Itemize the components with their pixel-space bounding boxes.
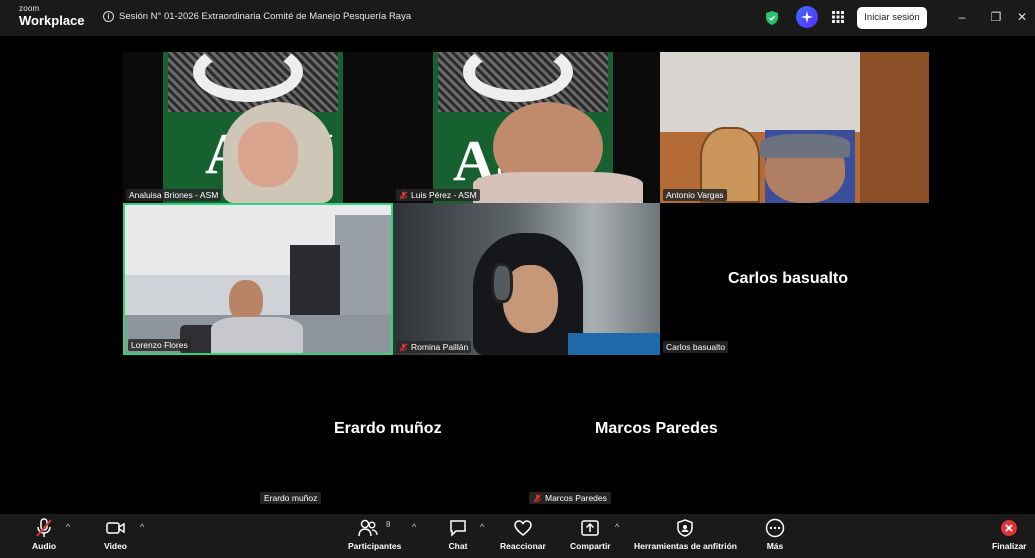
meeting-title-text: Sesión N° 01-2026 Extraordinaria Comité … <box>119 11 412 22</box>
share-options-caret[interactable]: ^ <box>615 522 619 532</box>
audio-options-caret[interactable]: ^ <box>66 522 70 532</box>
video-tile-analuisa[interactable]: ASM Analuisa Briones - ASM <box>123 52 393 203</box>
shield-host-icon <box>677 519 694 537</box>
audio-label: Audio <box>32 541 57 551</box>
participant-display-name: Marcos Paredes <box>595 420 718 437</box>
audio-button[interactable]: Audio <box>32 518 56 551</box>
chat-button[interactable]: Chat <box>448 518 468 551</box>
participants-options-caret[interactable]: ^ <box>412 522 416 532</box>
apps-grid-icon[interactable] <box>832 11 844 23</box>
participant-name: Carlos basualto <box>666 342 726 352</box>
wall-frames <box>335 215 391 325</box>
heart-icon <box>514 520 532 536</box>
mic-muted-icon <box>399 342 408 351</box>
zoom-logo: zoom Workplace <box>19 4 85 28</box>
participant-name: Marcos Paredes <box>545 493 607 503</box>
video-tile-erardo[interactable]: Erardo muñoz Erardo muñoz <box>258 358 523 506</box>
end-icon <box>1001 520 1018 536</box>
minimize-button[interactable]: – <box>954 9 970 25</box>
more-icon <box>765 518 785 538</box>
name-tag: Lorenzo Flores <box>128 339 191 351</box>
host-tools-label: Herramientas de anfitrión <box>634 541 737 551</box>
camera-icon <box>105 522 125 534</box>
name-tag: Erardo muñoz <box>260 492 322 504</box>
host-tools-button[interactable]: Herramientas de anfitrión <box>634 518 737 551</box>
participant-shirt <box>211 317 303 353</box>
participant-name: Antonio Vargas <box>666 190 724 200</box>
video-options-caret[interactable]: ^ <box>140 522 144 532</box>
participants-count: 8 <box>386 520 391 529</box>
participant-shirt <box>473 172 643 203</box>
video-tile-antonio[interactable]: Antonio Vargas <box>660 52 929 203</box>
participant-name: Analuisa Briones - ASM <box>129 190 219 200</box>
video-label: Video <box>104 541 127 551</box>
more-button[interactable]: Más <box>765 518 785 551</box>
ai-companion-button[interactable] <box>796 6 818 28</box>
headset <box>491 263 513 303</box>
ai-sparkle-icon <box>801 11 813 23</box>
video-tile-marcos[interactable]: Marcos Paredes Marcos Paredes <box>527 358 792 506</box>
wood-panel <box>860 52 929 203</box>
participant-face <box>238 122 298 187</box>
participant-display-name: Carlos basualto <box>728 270 849 287</box>
participants-button[interactable]: Participantes <box>348 518 401 551</box>
share-button[interactable]: Compartir <box>570 518 611 551</box>
mic-muted-icon <box>399 190 408 199</box>
video-tile-carlos[interactable]: Carlos basualto Carlos basualto <box>660 203 929 355</box>
maximize-button[interactable]: ❐ <box>988 9 1004 25</box>
video-tile-luis[interactable]: ASM Luis Pérez - ASM <box>393 52 660 203</box>
desk-object <box>568 333 660 355</box>
share-label: Compartir <box>570 541 611 551</box>
brand-large: Workplace <box>19 13 85 28</box>
chat-options-caret[interactable]: ^ <box>480 522 484 532</box>
end-button[interactable]: Finalizar <box>992 518 1026 551</box>
participant-name: Lorenzo Flores <box>131 340 188 350</box>
name-tag: Antonio Vargas <box>663 189 727 201</box>
react-button[interactable]: Reaccionar <box>500 518 546 551</box>
more-label: Más <box>766 541 784 551</box>
chat-icon <box>450 520 466 537</box>
video-tile-lorenzo[interactable]: Lorenzo Flores <box>123 203 393 355</box>
participant-name: Erardo muñoz <box>264 493 318 503</box>
end-label: Finalizar <box>992 541 1027 551</box>
participant-name: Luis Pérez - ASM <box>411 190 477 200</box>
participant-display-name: Erardo muñoz <box>334 420 442 437</box>
mic-muted-icon <box>36 518 52 537</box>
participants-label: Participantes <box>348 541 402 551</box>
participant-name: Romina Paillán <box>411 342 469 352</box>
name-tag: Marcos Paredes <box>529 492 611 504</box>
participant-cap <box>760 134 850 158</box>
meeting-title[interactable]: i Sesión N° 01-2026 Extraordinaria Comit… <box>103 11 411 22</box>
title-bar: zoom Workplace i Sesión N° 01-2026 Extra… <box>0 0 1035 36</box>
name-tag: Carlos basualto <box>663 341 729 353</box>
name-tag: Romina Paillán <box>396 341 472 353</box>
react-label: Reaccionar <box>500 541 546 551</box>
close-button[interactable]: ✕ <box>1014 9 1030 25</box>
video-tile-romina[interactable]: Romina Paillán <box>393 203 660 355</box>
video-button[interactable]: Video <box>104 518 127 551</box>
participant-face <box>229 280 263 322</box>
shield-icon[interactable] <box>766 11 778 25</box>
mic-muted-icon <box>533 493 542 502</box>
share-icon <box>581 520 600 536</box>
name-tag: Luis Pérez - ASM <box>396 189 480 201</box>
sign-in-button[interactable]: Iniciar sesión <box>857 7 927 29</box>
chat-label: Chat <box>448 541 468 551</box>
info-icon[interactable]: i <box>103 11 114 22</box>
participants-icon <box>357 519 378 537</box>
name-tag: Analuisa Briones - ASM <box>126 189 222 201</box>
brand-small: zoom <box>19 4 40 13</box>
meeting-toolbar: Audio ^ Video ^ Participantes 8 ^ Chat ^… <box>0 514 1035 558</box>
